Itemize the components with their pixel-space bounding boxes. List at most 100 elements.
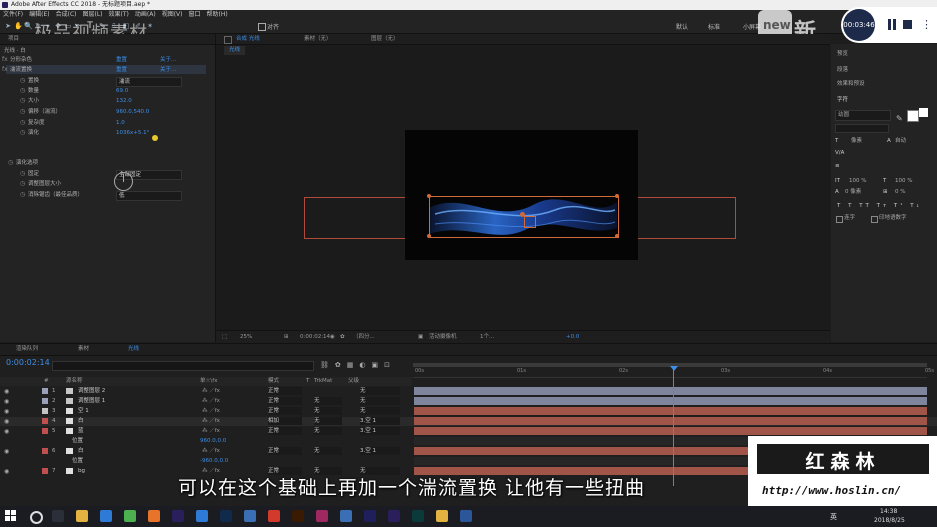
label-color-swatch[interactable]: [42, 408, 48, 414]
evolution-dial[interactable]: [114, 172, 133, 191]
parent-dropdown[interactable]: 3.空 1: [360, 447, 400, 455]
table-row[interactable]: ◉ 4 白 ⁂ ／fx 相加 无 3.空 1: [0, 417, 937, 426]
visibility-eye-icon[interactable]: ◉: [4, 448, 9, 455]
stopwatch-icon[interactable]: ◷: [20, 119, 25, 127]
visibility-eye-icon[interactable]: ◉: [4, 428, 9, 435]
hand-tool-icon[interactable]: ✋: [14, 22, 23, 30]
search-icon[interactable]: [30, 511, 43, 524]
position-value[interactable]: -960.0,0.0: [200, 457, 228, 466]
font-name-field[interactable]: 幼圆: [835, 110, 891, 121]
blend-mode-dropdown[interactable]: 正常: [268, 407, 302, 415]
pause-icon[interactable]: [888, 19, 891, 30]
blend-mode-dropdown[interactable]: 正常: [268, 387, 302, 395]
table-row[interactable]: ◉ 3 空 1 ⁂ ／fx 正常 无 无: [0, 407, 937, 416]
timeline-switches-icons[interactable]: ⛓✿▦◐▣⊡: [320, 361, 396, 369]
stopwatch-icon[interactable]: ◷: [20, 191, 25, 199]
text-style-buttons[interactable]: T T TT Tт T¹ T₁: [837, 202, 922, 210]
parent-dropdown[interactable]: 无: [360, 397, 400, 405]
effect-row-value[interactable]: 960.0,540.0: [116, 108, 149, 116]
effect-row-value[interactable]: 重置: [116, 56, 127, 64]
vertical-scale[interactable]: 100 %: [849, 177, 866, 185]
tab-footage[interactable]: 素材（无）: [304, 34, 332, 44]
stopwatch-icon[interactable]: ◷: [20, 180, 25, 188]
visibility-eye-icon[interactable]: ◉: [4, 388, 9, 395]
blend-mode-dropdown[interactable]: 正常: [268, 447, 302, 455]
stop-icon[interactable]: [903, 20, 912, 29]
zoom-dropdown[interactable]: 25%: [240, 331, 252, 343]
color-icon[interactable]: ✿: [340, 331, 345, 343]
menu-item-7[interactable]: 窗口: [188, 11, 200, 18]
parent-dropdown[interactable]: 无: [360, 387, 400, 395]
quality-dropdown[interactable]: （四分...: [353, 331, 375, 343]
layer-name[interactable]: 位置: [72, 437, 83, 446]
eyedropper-icon[interactable]: ✎: [896, 114, 903, 123]
stopwatch-icon[interactable]: ◷: [8, 159, 13, 167]
label-color-swatch[interactable]: [42, 398, 48, 404]
layer-name[interactable]: 空 1: [78, 407, 89, 416]
file-explorer-icon[interactable]: [76, 510, 88, 522]
menu-item-1[interactable]: 编辑(E): [29, 11, 49, 18]
effects-presets-item[interactable]: 效果和预设: [837, 80, 865, 88]
hindi-checkbox[interactable]: [871, 216, 878, 223]
trkmat-dropdown[interactable]: 无: [314, 427, 342, 435]
stroke-swatch[interactable]: [907, 110, 919, 122]
windows-app-icon[interactable]: [340, 510, 352, 522]
audition-icon[interactable]: [412, 510, 424, 522]
illustrator-icon[interactable]: [292, 510, 304, 522]
visibility-eye-icon[interactable]: ◉: [4, 418, 9, 425]
parent-dropdown[interactable]: 无: [360, 407, 400, 415]
media-icon[interactable]: [196, 510, 208, 522]
effect-row-value[interactable]: 132.0: [116, 97, 132, 105]
layer-switches[interactable]: ⁂ ／fx: [202, 447, 220, 456]
table-row[interactable]: ◉ 2 调整图层 1 ⁂ ／fx 正常 无 无: [0, 397, 937, 406]
layer-bar[interactable]: [414, 397, 927, 405]
layer-name[interactable]: 白: [78, 447, 84, 456]
zoom-tool-icon[interactable]: 🔍: [24, 22, 33, 30]
visibility-eye-icon[interactable]: ◉: [4, 408, 9, 415]
label-color-swatch[interactable]: [42, 388, 48, 394]
clock-date[interactable]: 2018/8/25: [874, 517, 905, 524]
stroke-label[interactable]: 像素: [851, 137, 862, 145]
table-row[interactable]: ◉ 5 蓝 ⁂ ／fx 正常 无 3.空 1: [0, 427, 937, 436]
comp-timecode[interactable]: 0:00:02:14: [300, 331, 330, 343]
layer-name[interactable]: 蓝: [78, 427, 84, 436]
photoshop-icon[interactable]: [220, 510, 232, 522]
layer-bar[interactable]: [414, 387, 927, 395]
chrome-icon[interactable]: [124, 510, 136, 522]
about-link[interactable]: 关于...: [160, 66, 176, 74]
label-color-swatch[interactable]: [42, 468, 48, 474]
font-style-field[interactable]: [835, 124, 889, 133]
firefox-icon[interactable]: [148, 510, 160, 522]
table-row[interactable]: ◉ 1 调整图层 2 ⁂ ／fx 正常 无: [0, 387, 937, 396]
menu-item-8[interactable]: 帮助(H): [207, 11, 228, 18]
aftereffects-icon[interactable]: [364, 510, 376, 522]
layer-name[interactable]: 调整图层 1: [78, 397, 105, 406]
views-dropdown[interactable]: 1个...: [480, 331, 494, 343]
photos-icon[interactable]: [244, 510, 256, 522]
layer-name[interactable]: bg: [78, 467, 85, 476]
trkmat-dropdown[interactable]: 无: [314, 417, 342, 425]
premiere-icon[interactable]: [172, 510, 184, 522]
paragraph-item[interactable]: 段落: [837, 66, 848, 74]
snapshot-icon[interactable]: ◉: [330, 331, 335, 343]
ligature-checkbox[interactable]: [836, 216, 843, 223]
about-link[interactable]: 关于...: [160, 56, 176, 64]
camera-dropdown[interactable]: 活动摄像机: [429, 331, 457, 343]
playhead[interactable]: [673, 366, 674, 486]
trkmat-dropdown[interactable]: 无: [314, 397, 342, 405]
task-view-icon[interactable]: [52, 510, 64, 522]
visibility-eye-icon[interactable]: ◉: [4, 398, 9, 405]
tsume-value[interactable]: 0 %: [895, 188, 905, 196]
layer-switches[interactable]: ⁂ ／fx: [202, 387, 220, 396]
layer-switches[interactable]: ⁂ ／fx: [202, 417, 220, 426]
effect-row-value[interactable]: 湍流: [116, 77, 182, 87]
stopwatch-icon[interactable]: ◷: [20, 170, 25, 178]
effect-row-value[interactable]: 低: [116, 191, 182, 201]
menu-item-6[interactable]: 视图(V): [162, 11, 183, 18]
fill-swatch[interactable]: [919, 108, 928, 117]
stopwatch-icon[interactable]: ◷: [20, 129, 25, 137]
blend-mode-dropdown[interactable]: 正常: [268, 397, 302, 405]
windows-start-icon[interactable]: [5, 510, 17, 522]
weibo-icon[interactable]: [268, 510, 280, 522]
workspace-default[interactable]: 默认: [676, 22, 688, 31]
